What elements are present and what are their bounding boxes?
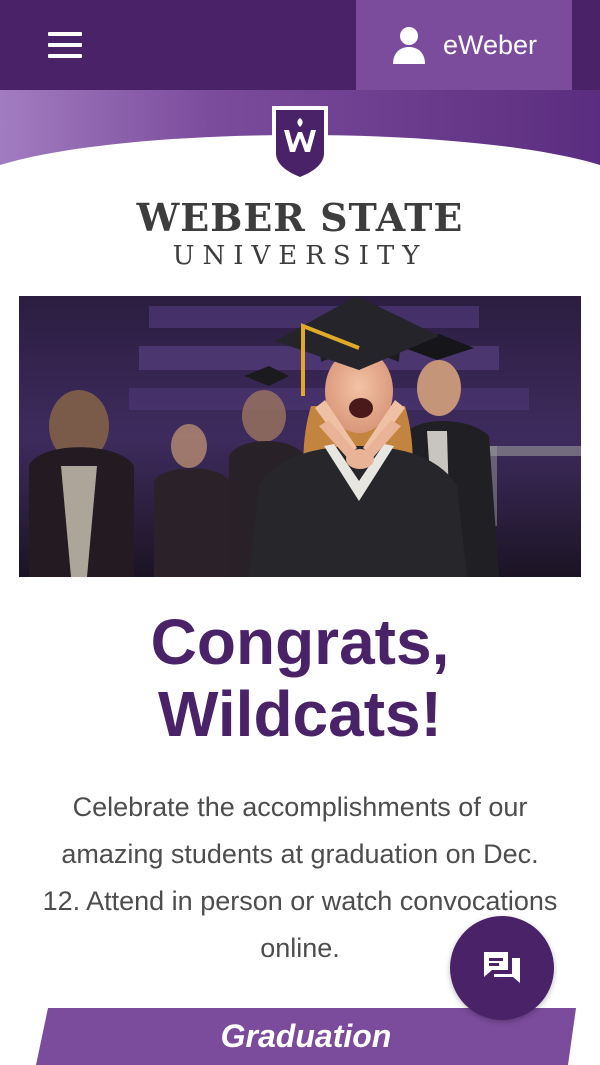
hamburger-menu-icon xyxy=(48,32,82,58)
chat-icon xyxy=(484,952,520,983)
user-icon xyxy=(392,27,425,64)
wordmark-line2: UNIVERSITY xyxy=(172,241,428,271)
graduation-button-label: Graduation xyxy=(220,1018,392,1054)
chat-button[interactable] xyxy=(450,916,554,1020)
headline-line1: Congrats, xyxy=(150,606,450,678)
top-navigation-bar: eWeber xyxy=(0,0,600,90)
university-wordmark: WEBER STATE UNIVERSITY xyxy=(0,196,600,272)
headline-line2: Wildcats! xyxy=(158,678,442,750)
menu-button[interactable] xyxy=(30,18,100,72)
university-shield-logo xyxy=(272,106,328,182)
page-headline: Congrats, Wildcats! xyxy=(0,606,600,750)
account-label: eWeber xyxy=(442,29,538,60)
wordmark-line1: WEBER STATE xyxy=(136,195,464,240)
hero-image xyxy=(19,296,581,577)
eweber-account-button[interactable]: eWeber xyxy=(356,0,572,90)
